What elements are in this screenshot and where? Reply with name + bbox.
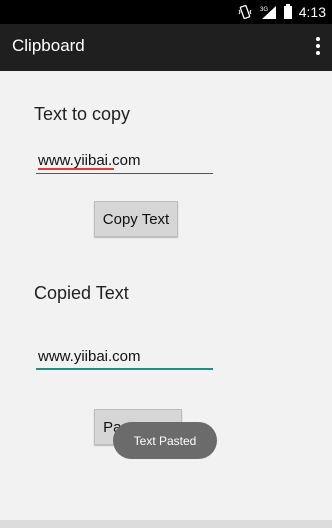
copied-section-label: Copied Text [34,283,129,303]
copied-text-value: www.yiibai.com [38,348,141,365]
copied-text-field[interactable]: www.yiibai.com [36,346,213,370]
copy-text-value: www.yiibai.com [38,152,141,169]
field-underline [36,173,213,174]
field-underline-focused [36,368,213,370]
status-bar: 3G 4:13 [0,0,332,24]
status-icons: 3G 4:13 [237,0,326,24]
network-type-label: 3G [260,7,268,13]
overflow-menu-icon[interactable] [314,37,322,57]
vibrate-icon [237,4,253,20]
signal-3g-icon: 3G [259,4,277,20]
status-time: 4:13 [298,4,326,20]
copy-section-label: Text to copy [34,104,131,124]
bottom-strip [0,520,332,528]
action-bar: Clipboard [0,24,332,71]
copy-text-field[interactable]: www.yiibai.com [36,150,213,174]
app-title: Clipboard [12,36,85,55]
spellcheck-underline [38,168,114,170]
toast-message: Text Pasted [113,422,217,459]
copy-text-button[interactable]: Copy Text [94,201,178,237]
battery-icon [283,4,293,20]
